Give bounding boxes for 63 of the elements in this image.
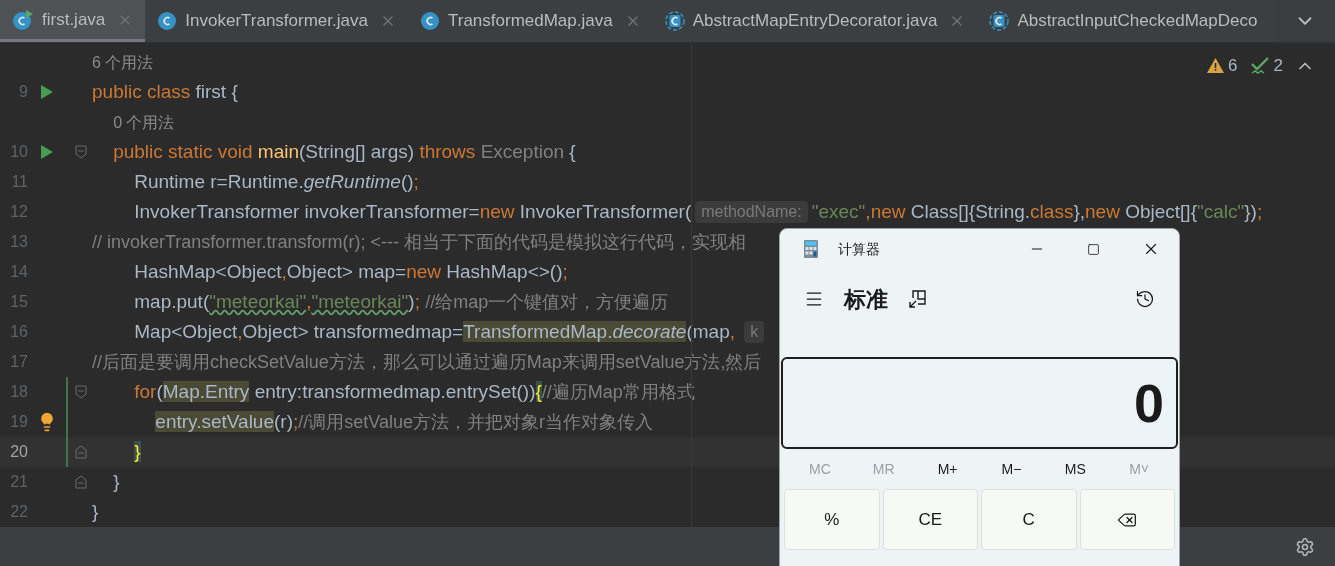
code-text: Map<Object,Object> transformedmap=TransformedMap.decorate(map, (133, 319, 736, 344)
abstract-class-icon (664, 11, 685, 31)
calculator-key[interactable]: C (981, 489, 1077, 550)
editor-tab[interactable]: AbstractMapEntryDecorator.java (652, 0, 978, 42)
weak-warning-count[interactable]: 2 (1273, 53, 1283, 79)
code-text: entry.setValue(r);//调用setValue方法，并把对象r当作对象传入 (154, 409, 653, 434)
editor-tab[interactable]: AbstractInputCheckedMapDeco (977, 0, 1270, 42)
class-run-icon (12, 8, 34, 31)
code-text: public class first { (92, 79, 238, 104)
warning-count[interactable]: 6 (1228, 53, 1238, 79)
code-text: } (133, 439, 141, 464)
settings-icon[interactable] (1295, 536, 1315, 557)
mode-title: 标准 (844, 285, 888, 314)
abstract-class-icon (989, 11, 1010, 31)
fold-icon[interactable] (75, 145, 87, 159)
class-icon (157, 11, 178, 31)
line-number: 22 (9, 502, 28, 522)
usage-hint[interactable]: 0 个用法 (92, 107, 175, 137)
editor-tab[interactable]: InvokerTransformer.java (145, 0, 408, 42)
memory-button[interactable]: MS (1043, 458, 1108, 480)
maximize-icon[interactable] (1087, 242, 1100, 256)
code-text: map.put("meteorkai","meteorkai"); //给map一个键值对，方便遍历 (133, 289, 669, 314)
line-number: 16 (9, 322, 28, 342)
code-text: HashMap<Object,Object> map=new HashMap<>(); (133, 259, 568, 284)
class-icon (419, 11, 440, 31)
line-number: 18 (9, 382, 28, 402)
line-number: 17 (9, 352, 28, 372)
parameter-hint: k (744, 321, 765, 343)
code-text: } (112, 469, 120, 494)
warning-icon[interactable] (1207, 58, 1225, 74)
calculator-key[interactable]: % (784, 489, 880, 550)
line-number: 19 (9, 412, 28, 432)
line-number: 14 (9, 262, 28, 282)
run-icon[interactable] (41, 85, 53, 99)
check-icon[interactable] (1249, 56, 1270, 75)
code-text: "exec",new Class[]{String.class},new Object[]{"calc"}); (811, 199, 1263, 224)
line-number: 15 (9, 292, 28, 312)
calculator-icon (804, 240, 818, 258)
fold-icon[interactable] (75, 385, 87, 399)
usage-hint[interactable]: 6 个用法 (92, 47, 154, 77)
window-title: 计算器 (838, 239, 880, 259)
line-number: 10 (9, 142, 28, 162)
line-number: 20 (9, 442, 28, 462)
code-text: Runtime r=Runtime.getRuntime(); (133, 169, 419, 194)
editor-tab[interactable]: TransformedMap.java (407, 0, 653, 42)
run-icon[interactable] (41, 145, 53, 159)
line-number: 11 (10, 172, 28, 192)
code-text: } (92, 499, 99, 524)
line-number: 13 (9, 232, 28, 252)
line-number: 21 (9, 472, 28, 492)
memory-button[interactable]: M+ (915, 458, 980, 480)
editor-tab[interactable]: first.java (0, 0, 146, 42)
parameter-hint: methodName: (695, 201, 808, 223)
display-value: 0 (1133, 376, 1164, 430)
code-text: // invokerTransformer.transform(r); <--- 相当于下面的代码是模拟这行代码，实现相 (92, 230, 746, 254)
keep-on-top-icon[interactable] (908, 289, 928, 309)
fold-icon[interactable] (75, 475, 87, 489)
line-number: 9 (18, 82, 28, 102)
code-text: InvokerTransformer invokerTransformer=new InvokerTransformer( (133, 199, 692, 224)
calculator-key[interactable]: CE (882, 489, 978, 550)
memory-button[interactable]: M− (979, 458, 1044, 480)
line-number: 12 (9, 202, 28, 222)
code-text: public static void main(String[] args) throws Exception { (112, 139, 576, 164)
